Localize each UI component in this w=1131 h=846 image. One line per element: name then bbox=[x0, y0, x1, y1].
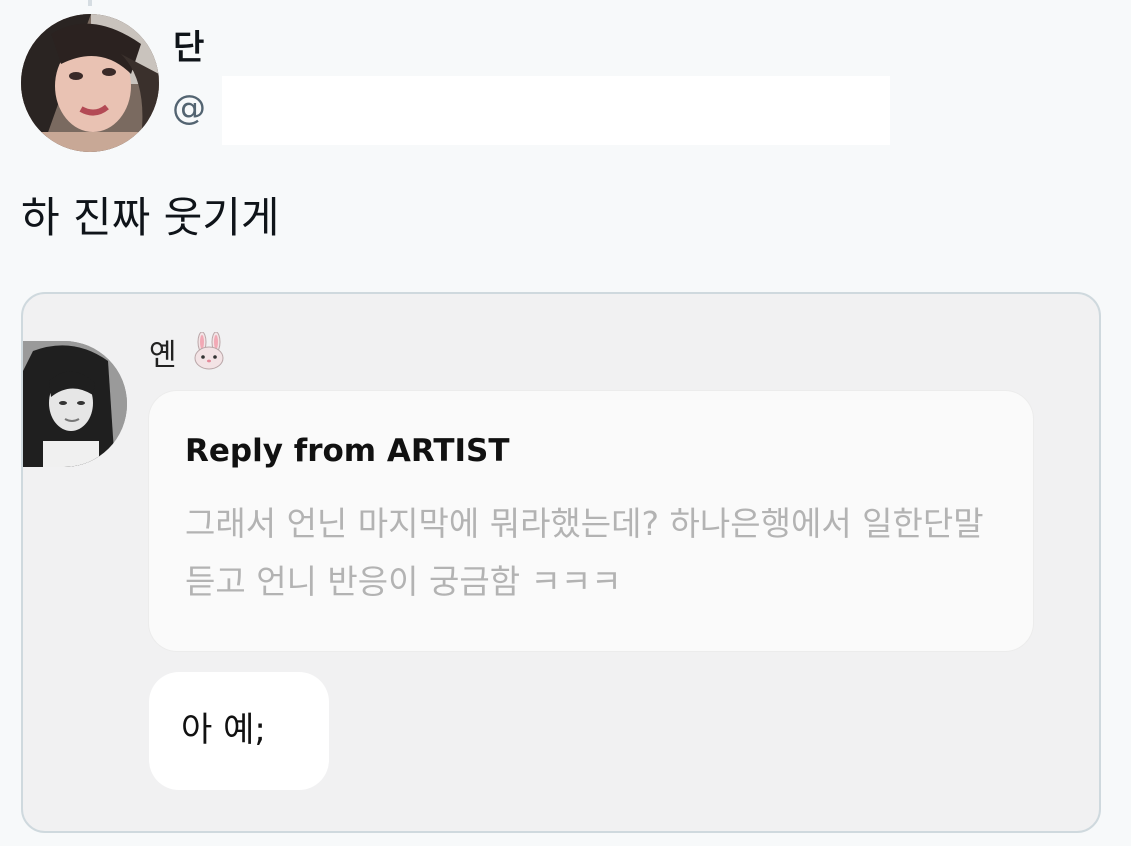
sender-name: 옌 bbox=[149, 331, 228, 381]
redaction-box bbox=[222, 76, 890, 145]
sender-avatar bbox=[23, 341, 127, 467]
sender-name-text: 옌 bbox=[149, 338, 177, 373]
artist-reply-box: Reply from ARTIST 그래서 언닌 마지막에 뭐라했는데? 하나은… bbox=[149, 391, 1033, 651]
quoted-image-card[interactable]: 옌 Reply from ARTIST 그래서 언닌 마지막에 뭐라했는데? 하… bbox=[21, 292, 1101, 833]
thread-line bbox=[88, 0, 92, 6]
tweet-page: 단 @ 하 진짜 웃기게 옌 Reply from ARTIST 그래서 언닌 … bbox=[0, 0, 1131, 846]
tweet-text: 하 진짜 웃기게 bbox=[21, 193, 280, 242]
reply-title: Reply from ARTIST bbox=[185, 433, 510, 469]
user-handle[interactable]: @ bbox=[172, 86, 206, 130]
display-name[interactable]: 단 bbox=[173, 26, 204, 70]
avatar[interactable] bbox=[21, 14, 159, 152]
rabbit-face-icon bbox=[190, 331, 228, 381]
message-bubble: 아 예; bbox=[149, 672, 329, 790]
reply-text: 그래서 언닌 마지막에 뭐라했는데? 하나은행에서 일한단말듣고 언니 반응이 … bbox=[185, 504, 984, 601]
message-text: 아 예; bbox=[181, 710, 266, 750]
